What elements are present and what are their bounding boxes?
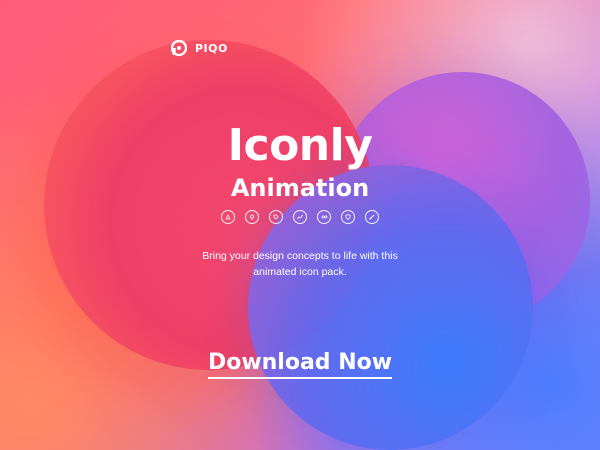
cta-container: Download Now xyxy=(0,350,600,379)
piqo-logo-icon xyxy=(171,40,187,56)
chart-icon xyxy=(293,210,307,224)
shield-icon xyxy=(341,210,355,224)
brand[interactable]: PIQO xyxy=(171,40,228,56)
hero-subtitle: Animation xyxy=(230,174,370,202)
description-line: Bring your design concepts to life with … xyxy=(202,250,398,262)
tag-icon xyxy=(269,210,283,224)
infinity-icon xyxy=(317,210,331,224)
hero-banner: PIQO Iconly Animation Bring your design … xyxy=(0,0,600,450)
brand-name: PIQO xyxy=(195,41,228,55)
brush-icon xyxy=(365,210,379,224)
hero-description: Bring your design concepts to life with … xyxy=(0,248,600,280)
download-now-button[interactable]: Download Now xyxy=(207,350,393,379)
description-line: animated icon pack. xyxy=(253,266,347,278)
icon-preview-row xyxy=(0,210,600,224)
hero-title: Iconly xyxy=(227,120,373,171)
compass-icon xyxy=(221,210,235,224)
blue-circle-decoration xyxy=(248,165,533,450)
bulb-icon xyxy=(245,210,259,224)
